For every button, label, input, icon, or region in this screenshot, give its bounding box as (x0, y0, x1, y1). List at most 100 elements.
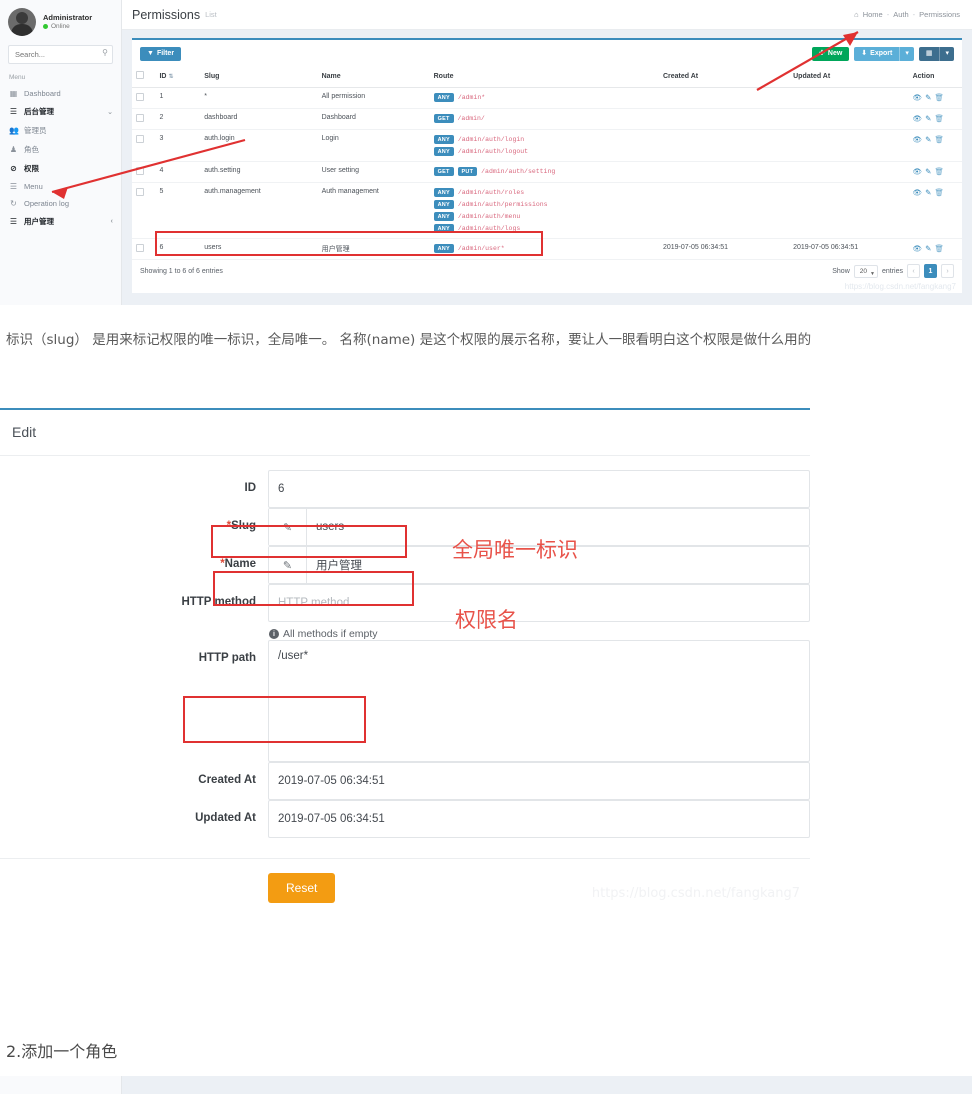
sidebar-item-admins[interactable]: 👥 管理员 (0, 121, 121, 140)
columns-button[interactable]: ▦ (918, 47, 940, 62)
column-label: ID (159, 72, 167, 80)
users-icon: 👥 (9, 126, 19, 135)
row-select-cell[interactable] (132, 129, 156, 163)
field-control: 2019-07-05 06:34:51 (268, 800, 810, 838)
trash-icon[interactable]: 🗑 (934, 244, 944, 253)
eye-icon[interactable]: 👁 (913, 114, 923, 123)
eye-icon[interactable]: 👁 (913, 167, 923, 176)
select-all-checkbox[interactable] (136, 71, 144, 80)
field-input-created-at[interactable]: 2019-07-05 06:34:51 (268, 762, 810, 800)
field-input-id[interactable]: 6 (268, 470, 810, 508)
cell-id: 3 (155, 129, 201, 163)
field-label: *Name (220, 558, 256, 570)
field-value[interactable]: 2019-07-05 06:34:51 (269, 763, 809, 799)
field-input-name[interactable]: ✎ 用户管理 (268, 546, 810, 584)
columns-icon: ▦ (925, 50, 933, 57)
columns-dropdown-toggle[interactable]: ▾ (939, 47, 954, 62)
export-button[interactable]: ⬇ Export (854, 47, 900, 62)
field-value[interactable]: HTTP method (269, 585, 809, 621)
showing-entries-label: Showing 1 to 6 of 6 entries (140, 267, 223, 275)
row-select-cell[interactable] (132, 87, 156, 110)
edit-icon[interactable]: ✎ (925, 188, 931, 197)
sidebar-item-backend-management[interactable]: ☰ 后台管理 ⌄ (0, 102, 121, 121)
field-input-updated-at[interactable]: 2019-07-05 06:34:51 (268, 800, 810, 838)
row-checkbox[interactable] (136, 135, 144, 144)
export-button-group: ⬇ Export ▾ (854, 47, 914, 62)
breadcrumb-auth[interactable]: Auth (893, 10, 908, 19)
row-checkbox[interactable] (136, 114, 144, 123)
cell-created-at: 2019-07-05 06:34:51 (658, 238, 790, 261)
search-input[interactable] (8, 45, 113, 64)
trash-icon[interactable]: 🗑 (934, 93, 944, 102)
new-button[interactable]: ✚ New (812, 47, 850, 62)
sidebar-item-label: Dashboard (24, 89, 61, 98)
row-checkbox[interactable] (136, 167, 144, 176)
eye-icon[interactable]: 👁 (913, 93, 923, 102)
table-row: 4 auth.setting User setting GET PUT/admin/au… (132, 161, 962, 184)
cell-created-at (658, 182, 790, 240)
page-1-button[interactable]: 1 (924, 264, 937, 279)
edit-icon[interactable]: ✎ (925, 167, 931, 176)
route-path: /admin/user* (457, 245, 505, 253)
breadcrumb-home[interactable]: Home (863, 10, 883, 19)
cell-slug: * (200, 87, 318, 110)
trash-icon[interactable]: 🗑 (934, 167, 944, 176)
page-size-select[interactable]: 20 (853, 264, 878, 278)
field-value[interactable]: users (307, 509, 809, 545)
trash-icon[interactable]: 🗑 (934, 114, 944, 123)
info-icon: i (269, 629, 279, 639)
sort-icon[interactable]: ⇅ (168, 74, 173, 80)
row-checkbox[interactable] (136, 188, 144, 197)
form-row: HTTP method HTTP method i All methods if em… (0, 584, 810, 640)
sidebar-item-operation-log[interactable]: ↻ Operation log (0, 195, 121, 212)
edit-icon[interactable]: ✎ (925, 93, 931, 102)
row-checkbox[interactable] (136, 93, 144, 102)
sidebar-search[interactable]: ⚲ (8, 44, 113, 64)
row-select-cell[interactable] (132, 238, 156, 261)
sidebar-item-menu[interactable]: ☰ Menu (0, 178, 121, 195)
column-header-id[interactable]: ID ⇅ (155, 66, 201, 89)
export-dropdown-toggle[interactable]: ▾ (899, 47, 914, 62)
form-header: Edit (0, 410, 810, 456)
field-input-http-method[interactable]: HTTP method (268, 584, 810, 622)
content-header: Permissions List ⌂ Home - Auth - Permiss… (122, 0, 972, 30)
sidebar-item-dashboard[interactable]: ▦ Dashboard (0, 85, 121, 102)
sidebar-item-permissions[interactable]: ⊘ 权限 (0, 159, 121, 178)
row-select-cell[interactable] (132, 108, 156, 131)
user-panel[interactable]: Administrator Online (0, 0, 121, 42)
prev-page-button[interactable]: ‹ (907, 264, 920, 279)
eye-icon[interactable]: 👁 (913, 188, 923, 197)
field-value[interactable]: 用户管理 (307, 547, 809, 583)
trash-icon[interactable]: 🗑 (934, 135, 944, 144)
edit-icon[interactable]: ✎ (925, 114, 931, 123)
row-select-cell[interactable] (132, 182, 156, 240)
eye-icon[interactable]: 👁 (913, 135, 923, 144)
cell-slug: auth.management (200, 182, 318, 240)
row-checkbox[interactable] (136, 244, 144, 253)
edit-icon[interactable]: ✎ (925, 244, 931, 253)
cell-updated-at (789, 129, 909, 163)
next-page-button[interactable]: › (941, 264, 954, 279)
search-icon[interactable]: ⚲ (102, 48, 108, 57)
trash-icon[interactable]: 🗑 (934, 188, 944, 197)
route-line: ANY/admin* (433, 93, 655, 103)
field-value[interactable]: 2019-07-05 06:34:51 (269, 801, 809, 837)
column-label: Created At (662, 72, 699, 80)
edit-icon[interactable]: ✎ (925, 135, 931, 144)
field-input-slug[interactable]: ✎ users (268, 508, 810, 546)
row-select-cell[interactable] (132, 161, 156, 184)
http-verb-badge: PUT (457, 167, 478, 177)
sidebar-item-user-management[interactable]: ☰ 用户管理 ‹ (0, 212, 121, 231)
sidebar-item-roles[interactable]: ♟ 角色 (0, 140, 121, 159)
route-line: ANY/admin/auth/logout (433, 147, 655, 157)
route-path: /admin/auth/login (457, 136, 525, 144)
column-label: Slug (204, 72, 220, 80)
field-value[interactable]: /user* (269, 641, 809, 662)
eye-icon[interactable]: 👁 (913, 244, 923, 253)
filter-button[interactable]: ▼ Filter (140, 47, 182, 62)
field-input-http-path[interactable]: /user* (268, 640, 810, 762)
page-size-select-wrap[interactable]: 20 ▼ (853, 264, 878, 278)
select-all-header[interactable] (132, 66, 156, 89)
field-value[interactable]: 6 (269, 471, 809, 507)
reset-button[interactable]: Reset (268, 873, 336, 903)
